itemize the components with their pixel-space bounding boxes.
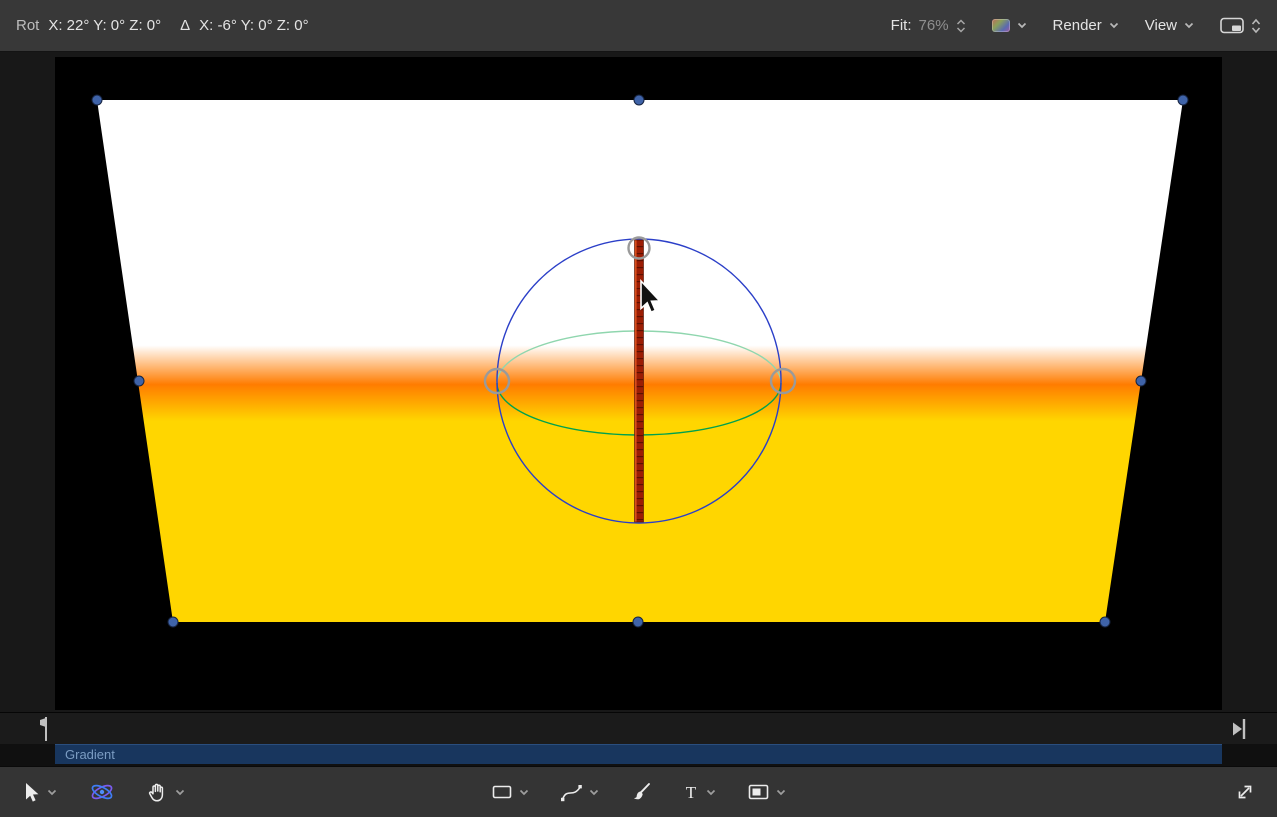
mask-tool[interactable] — [748, 783, 786, 801]
selection-handle-mid-right[interactable] — [1136, 376, 1146, 386]
chevron-down-icon — [776, 789, 786, 796]
bezier-tool[interactable] — [561, 783, 599, 802]
view-label: View — [1145, 17, 1177, 34]
chevron-down-icon — [175, 789, 185, 796]
render-label: Render — [1053, 17, 1102, 34]
paintbrush-icon — [631, 782, 651, 802]
mini-timeline: Gradient — [0, 712, 1277, 766]
canvas-view-controls: Fit: 76% Render View — [891, 17, 1261, 34]
chevron-down-icon — [589, 789, 599, 796]
tool-bar: T — [0, 766, 1277, 817]
zoom-fit-control[interactable]: Fit: 76% — [891, 17, 966, 34]
fit-value: 76% — [919, 17, 949, 34]
resize-diagonal-icon — [1235, 782, 1255, 802]
clip-label: Gradient — [65, 747, 115, 762]
timeline-track: Gradient — [0, 744, 1277, 766]
chevron-down-icon — [47, 789, 57, 796]
bezier-curve-icon — [561, 783, 582, 802]
selection-handle-top-center[interactable] — [634, 95, 644, 105]
chevron-down-icon — [1184, 22, 1194, 29]
rotation-status: Rot X: 22° Y: 0° Z: 0° Δ X: -6° Y: 0° Z:… — [16, 17, 309, 34]
canvas[interactable] — [55, 57, 1222, 710]
rot-label: Rot — [16, 17, 39, 34]
rot-values: X: 22° Y: 0° Z: 0° — [48, 17, 161, 34]
canvas-status-bar: Rot X: 22° Y: 0° Z: 0° Δ X: -6° Y: 0° Z:… — [0, 0, 1277, 52]
selection-handle-mid-left[interactable] — [134, 376, 144, 386]
hand-icon — [147, 782, 168, 803]
3d-orbit-icon — [89, 781, 115, 803]
view-menu[interactable]: View — [1145, 17, 1194, 34]
display-icon — [1220, 17, 1244, 34]
text-tool[interactable]: T — [683, 783, 716, 801]
chevron-down-icon — [1017, 22, 1027, 29]
selection-handle-top-right[interactable] — [1178, 95, 1188, 105]
text-icon: T — [683, 783, 699, 801]
play-range-end-marker[interactable] — [1231, 717, 1247, 741]
selection-handle-top-left[interactable] — [92, 95, 102, 105]
select-tool[interactable] — [22, 782, 57, 803]
rectangle-icon — [492, 783, 512, 801]
transform-tools-group — [22, 781, 185, 803]
canvas-viewport[interactable] — [0, 52, 1277, 712]
creation-tools-group: T — [492, 782, 786, 802]
svg-text:T: T — [685, 783, 696, 801]
chevron-down-icon — [706, 789, 716, 796]
color-swatch-icon — [992, 19, 1010, 32]
timeline-ruler[interactable] — [0, 712, 1277, 744]
3d-transform-tool[interactable] — [89, 781, 115, 803]
fit-label: Fit: — [891, 17, 912, 34]
chevron-down-icon — [519, 789, 529, 796]
color-channels-control[interactable] — [992, 19, 1027, 32]
timeline-clip-gradient[interactable]: Gradient — [55, 744, 1222, 764]
paint-stroke-tool[interactable] — [631, 782, 651, 802]
shape-tool[interactable] — [492, 783, 529, 801]
expand-timeline-button[interactable] — [1235, 782, 1255, 802]
delta-values: X: -6° Y: 0° Z: 0° — [199, 17, 308, 34]
pan-tool[interactable] — [147, 782, 185, 803]
chevron-down-icon — [1109, 22, 1119, 29]
selection-handle-bottom-left[interactable] — [168, 617, 178, 627]
stepper-updown-icon — [1251, 18, 1261, 34]
delta-symbol: Δ — [180, 17, 190, 34]
rectangle-mask-icon — [748, 783, 769, 801]
selection-handle-bottom-center[interactable] — [633, 617, 643, 627]
selection-handle-bottom-right[interactable] — [1100, 617, 1110, 627]
stepper-updown-icon — [956, 19, 966, 33]
display-layout-control[interactable] — [1220, 17, 1261, 34]
play-range-start-marker[interactable] — [38, 716, 52, 742]
arrow-cursor-icon — [22, 782, 40, 803]
render-menu[interactable]: Render — [1053, 17, 1119, 34]
